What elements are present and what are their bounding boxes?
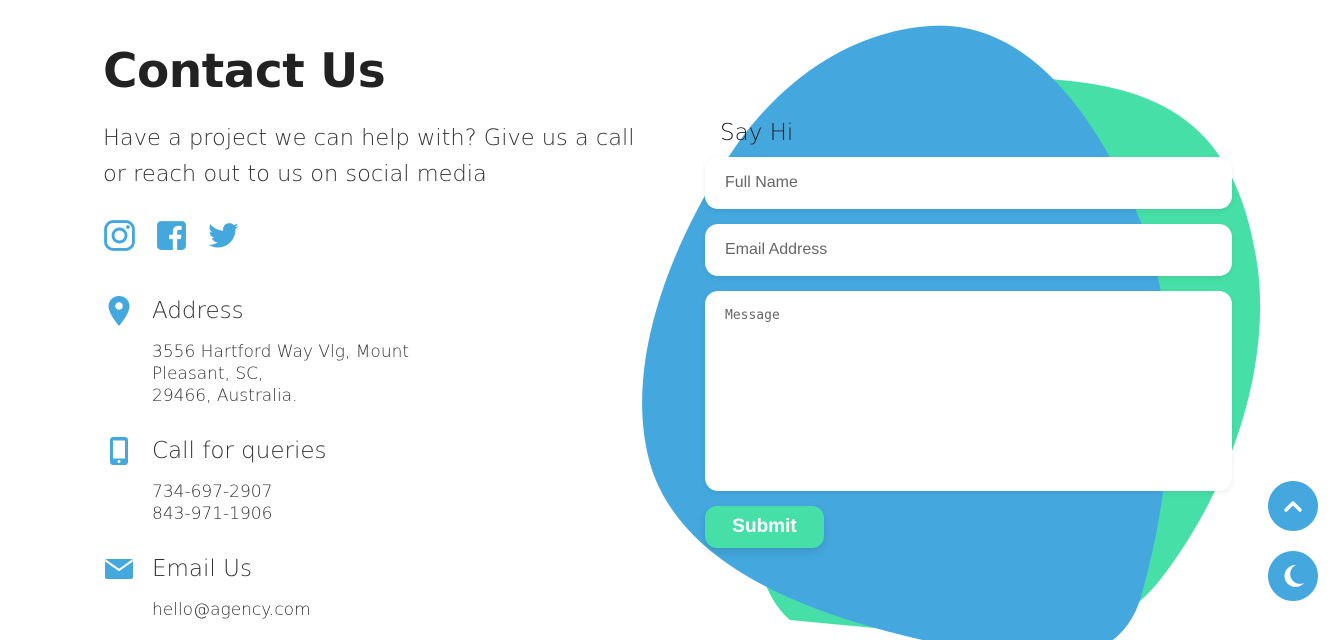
moon-icon xyxy=(1284,564,1304,587)
theme-toggle-button[interactable] xyxy=(1268,551,1318,601)
chevron-up-icon xyxy=(1284,501,1302,512)
submit-button[interactable]: Submit xyxy=(705,506,824,548)
facebook-icon xyxy=(157,220,186,250)
email-section: Email Us hello@agency.com xyxy=(103,553,503,621)
scroll-top-button[interactable] xyxy=(1268,481,1318,531)
email-input[interactable] xyxy=(705,224,1232,276)
email-text: hello@agency.com xyxy=(152,599,503,621)
phone-number[interactable]: 734-697-2907 xyxy=(152,481,503,503)
contact-intro: Contact Us Have a project we can help wi… xyxy=(103,44,663,252)
twitter-icon xyxy=(208,222,239,247)
full-name-input[interactable] xyxy=(705,157,1232,209)
mobile-phone-icon xyxy=(103,435,135,467)
page-title: Contact Us xyxy=(103,44,386,99)
social-links xyxy=(103,218,663,252)
lead-text: Have a project we can help with? Give us… xyxy=(103,125,635,187)
address-line: Pleasant, SC, xyxy=(152,364,264,384)
email-address[interactable]: hello@agency.com xyxy=(152,599,503,621)
twitter-link[interactable] xyxy=(207,219,240,252)
instagram-link[interactable] xyxy=(103,219,136,252)
form-heading: Say Hi xyxy=(720,120,794,146)
address-label: Address xyxy=(152,298,244,324)
email-label: Email Us xyxy=(152,556,252,582)
phone-section: Call for queries 734-697-2907 843-971-19… xyxy=(103,435,503,525)
address-line: 3556 Hartford Way Vlg, Mount xyxy=(152,342,410,362)
phone-number[interactable]: 843-971-1906 xyxy=(152,503,503,525)
envelope-icon xyxy=(103,553,135,585)
address-line: 29466, Australia. xyxy=(152,386,298,406)
address-text: 3556 Hartford Way Vlg, Mount Pleasant, S… xyxy=(152,341,503,407)
message-textarea[interactable] xyxy=(705,291,1232,491)
facebook-link[interactable] xyxy=(155,219,188,252)
contact-form: Say Hi Submit xyxy=(705,116,1232,548)
phone-numbers: 734-697-2907 843-971-1906 xyxy=(152,481,503,525)
instagram-icon xyxy=(104,219,135,251)
address-section: Address 3556 Hartford Way Vlg, Mount Ple… xyxy=(103,295,503,407)
map-pin-icon xyxy=(103,295,135,327)
phone-label: Call for queries xyxy=(152,438,327,464)
